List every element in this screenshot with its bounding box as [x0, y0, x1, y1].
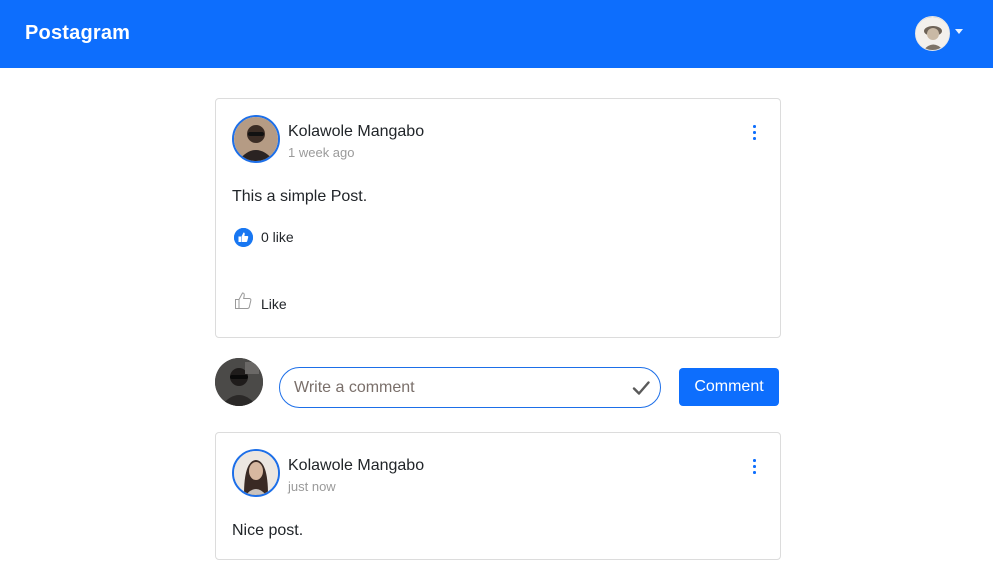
like-badge-icon: [234, 227, 253, 247]
top-navbar: Postagram: [0, 0, 993, 68]
like-button-label: Like: [261, 295, 287, 312]
post-author-name[interactable]: Kolawole Mangabo: [288, 123, 424, 141]
check-icon[interactable]: [631, 378, 651, 398]
comment-kebab-menu-icon[interactable]: [749, 457, 759, 475]
post-author-avatar[interactable]: [232, 115, 280, 163]
brand-logo[interactable]: Postagram: [25, 22, 130, 45]
like-count-label: 0 like: [261, 229, 294, 245]
thumbs-up-icon: [234, 291, 254, 316]
like-button[interactable]: Like: [234, 291, 287, 316]
current-user-avatar[interactable]: [215, 358, 263, 406]
like-count: 0 like: [234, 227, 294, 247]
post-body: This a simple Post.: [232, 188, 368, 205]
post-timestamp: 1 week ago: [288, 145, 355, 160]
post-card: Kolawole Mangabo 1 week ago This a simpl…: [215, 98, 781, 338]
comment-card: Kolawole Mangabo just now Nice post.: [215, 432, 781, 560]
user-avatar-icon[interactable]: [915, 16, 950, 51]
comment-timestamp: just now: [288, 479, 336, 494]
caret-down-icon[interactable]: [955, 29, 963, 34]
kebab-menu-icon[interactable]: [749, 123, 759, 141]
comment-submit-button[interactable]: Comment: [679, 368, 779, 406]
comment-author-avatar[interactable]: [232, 449, 280, 497]
comment-input[interactable]: [292, 368, 622, 407]
comment-author-name[interactable]: Kolawole Mangabo: [288, 457, 424, 475]
comment-input-container: [279, 367, 661, 408]
comment-body: Nice post.: [232, 522, 304, 539]
